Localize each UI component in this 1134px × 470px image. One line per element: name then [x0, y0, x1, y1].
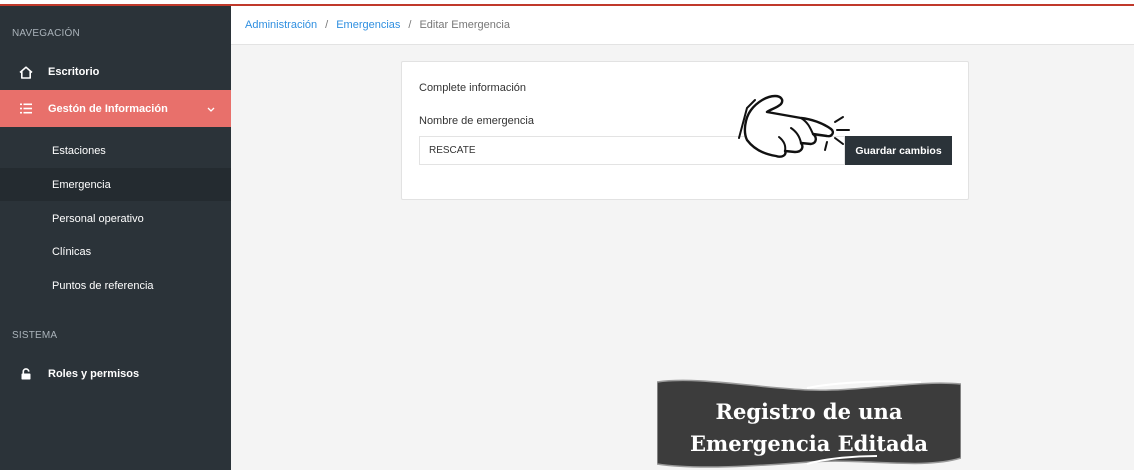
sidebar-item-label: Roles y permisos	[48, 368, 140, 380]
lock-icon	[16, 368, 36, 380]
breadcrumb-separator: /	[408, 19, 412, 31]
card-title: Complete información	[419, 82, 526, 94]
caption-line-2: Emergencia Editada	[690, 431, 928, 456]
save-changes-button[interactable]: Guardar cambios	[845, 136, 952, 165]
caption-text: Registro de una Emergencia Editada	[657, 396, 961, 460]
chevron-down-icon	[207, 103, 215, 115]
pointing-hand-icon	[738, 94, 850, 158]
section-title-navigation: NAVEGACIÓN	[12, 28, 80, 39]
sidebar-subitem-puntos-referencia[interactable]: Puntos de referencia	[0, 269, 231, 302]
list-icon	[16, 103, 36, 114]
caption-line-1: Registro de una	[715, 399, 903, 424]
sidebar-subitem-personal-operativo[interactable]: Personal operativo	[0, 202, 231, 235]
sidebar-item-escritorio[interactable]: Escritorio	[0, 58, 231, 86]
sidebar-item-roles-permisos[interactable]: Roles y permisos	[0, 360, 231, 388]
sidebar-item-gestion-informacion[interactable]: Gestón de Información	[0, 90, 231, 127]
sidebar: NAVEGACIÓN Escritorio Gestón de Informac…	[0, 6, 231, 470]
emergency-name-label: Nombre de emergencia	[419, 115, 534, 127]
breadcrumb-current: Editar Emergencia	[419, 19, 510, 31]
sidebar-item-label: Gestón de Información	[48, 102, 168, 115]
sidebar-subitem-clinicas[interactable]: Clínicas	[0, 235, 231, 268]
home-icon	[16, 65, 36, 79]
breadcrumb-link-emergencias[interactable]: Emergencias	[336, 19, 400, 31]
sidebar-subitem-emergencia[interactable]: Emergencia	[0, 168, 231, 201]
breadcrumb: Administración / Emergencias / Editar Em…	[231, 6, 1134, 45]
section-title-system: SISTEMA	[12, 330, 58, 341]
sidebar-item-label: Escritorio	[48, 66, 100, 78]
breadcrumb-link-administracion[interactable]: Administración	[245, 19, 317, 31]
breadcrumb-separator: /	[325, 19, 329, 31]
edit-emergency-card: Complete información Nombre de emergenci…	[401, 61, 969, 200]
sidebar-subitem-estaciones[interactable]: Estaciones	[0, 134, 231, 167]
